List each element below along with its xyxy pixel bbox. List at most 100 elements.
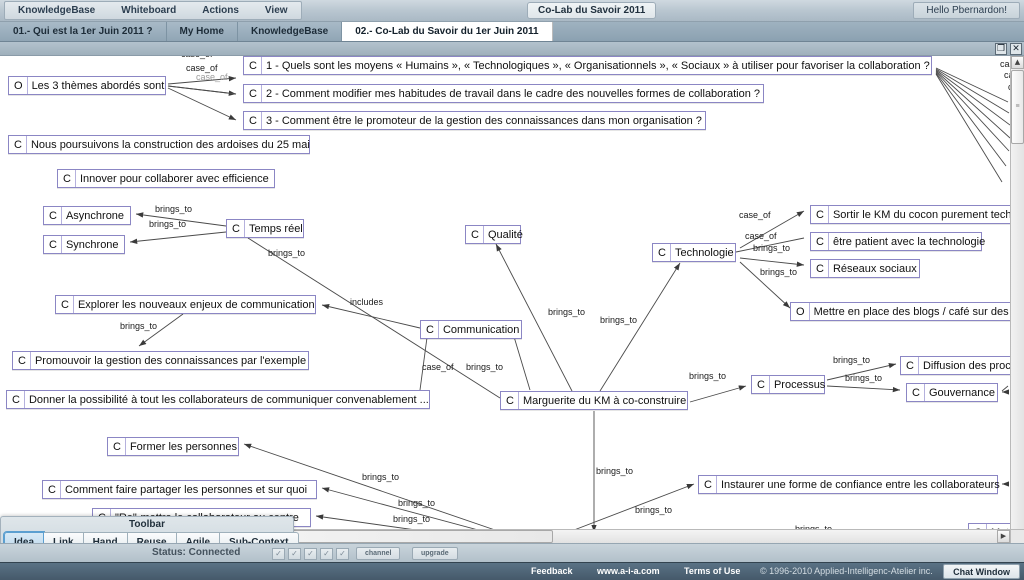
node-label: Communication xyxy=(442,323,520,336)
vertical-scroll-thumb[interactable]: ≡ xyxy=(1011,70,1024,144)
concept-map-canvas[interactable]: O Les 3 thèmes abordés sont C1 - Quels so… xyxy=(0,56,1010,543)
node-temps-reel[interactable]: C Temps réel xyxy=(226,219,304,238)
node-label: 2 - Comment modifier mes habitudes de tr… xyxy=(265,87,760,100)
tab-qui-est-la-1er-juin-2011[interactable]: 01.- Qui est la 1er Juin 2011 ? xyxy=(0,22,167,41)
edge-label-brings-to: brings_to xyxy=(845,373,883,383)
node-synchrone[interactable]: C Synchrone xyxy=(43,235,125,254)
node-technologie[interactable]: C Technologie xyxy=(652,243,736,262)
scroll-right-icon[interactable]: ▶ xyxy=(997,530,1010,543)
node-kind: C xyxy=(752,376,770,393)
footer-link-terms-of-use[interactable]: Terms of Use xyxy=(684,566,740,576)
edge-label-case-of: case_of xyxy=(196,72,228,82)
channel-button[interactable]: channel xyxy=(356,547,401,560)
node-label: Marguerite du KM à co-construire xyxy=(522,394,687,407)
node-kind: C xyxy=(108,438,126,455)
edge-label-brings-to: brings_to xyxy=(362,472,400,482)
node-label: Temps réel xyxy=(248,222,303,235)
node-kind: C xyxy=(811,260,829,277)
node-etre-patient-technologie[interactable]: Cêtre patient avec la technologie xyxy=(810,232,985,251)
edge-label-brings-to: brings_to xyxy=(596,466,634,476)
node-communication[interactable]: C Communication xyxy=(420,320,522,339)
edge-label-case-of: case_of xyxy=(1000,59,1010,69)
node-innover-collaborer[interactable]: C Innover pour collaborer avec efficience xyxy=(57,169,275,188)
status-checkbox-1[interactable]: ✓ xyxy=(272,548,285,560)
node-processus[interactable]: C Processus xyxy=(751,375,825,394)
node-asynchrone[interactable]: C Asynchrone xyxy=(43,206,131,225)
node-question-3[interactable]: C3 - Comment être le promoteur de la ges… xyxy=(243,111,706,130)
tab-my-home[interactable]: My Home xyxy=(166,22,238,41)
menu-item-knowledgebase[interactable]: KnowledgeBase xyxy=(5,2,108,19)
node-label: Comment faire partager les personnes et … xyxy=(64,483,308,496)
footer-link-feedback[interactable]: Feedback xyxy=(531,566,573,576)
workspace-title-button[interactable]: Co-Lab du Savoir 2011 xyxy=(527,2,657,19)
node-kind: C xyxy=(13,352,31,369)
node-kind: C xyxy=(44,236,62,253)
edge-label-brings-to: brings_to xyxy=(466,362,504,372)
status-checkbox-3[interactable]: ✓ xyxy=(304,548,317,560)
node-kind: O xyxy=(791,303,810,320)
user-greeting-button[interactable]: Hello Pbernardon! xyxy=(913,2,1020,19)
vertical-scrollbar[interactable]: ▲ ≡ ▼ xyxy=(1010,56,1024,543)
node-label: Réseaux sociaux xyxy=(832,262,917,275)
node-gouvernance[interactable]: C Gouvernance xyxy=(906,383,998,402)
node-kind: C xyxy=(244,112,262,129)
footer-link-website[interactable]: www.a-i-a.com xyxy=(597,566,660,576)
node-kind: C xyxy=(699,476,717,493)
node-label: Sortir le KM du cocon purement technolog… xyxy=(832,208,1010,221)
node-kind: C xyxy=(44,207,62,224)
node-kind: C xyxy=(56,296,74,313)
node-label: Instaurer une forme de confiance entre l… xyxy=(720,478,1000,491)
tab-knowledgebase[interactable]: KnowledgeBase xyxy=(237,22,343,41)
scrollbar-corner xyxy=(1010,529,1024,543)
node-label: être patient avec la technologie xyxy=(832,235,986,248)
tab-bar: 01.- Qui est la 1er Juin 2011 ? My Home … xyxy=(0,22,1024,42)
edge-label-includes: includes xyxy=(350,297,384,307)
node-former-les-personnes[interactable]: C Former les personnes xyxy=(107,437,239,456)
edge-label-case-of: case_of xyxy=(181,56,213,59)
close-icon[interactable]: ✕ xyxy=(1010,43,1022,55)
menu-item-view[interactable]: View xyxy=(252,2,301,19)
node-label: Qualité xyxy=(487,228,523,241)
upgrade-button[interactable]: upgrade xyxy=(412,547,458,560)
node-label: Nous poursuivons la construction des ard… xyxy=(30,138,310,151)
footer-copyright: © 1996-2010 Applied-Intelligenc-Atelier … xyxy=(760,566,933,576)
restore-icon[interactable]: ❐ xyxy=(995,43,1007,55)
node-donner-possibilite-communiquer[interactable]: C Donner la possibilité à tout les collab… xyxy=(6,390,430,409)
tab-co-lab-du-savoir[interactable]: 02.- Co-Lab du Savoir du 1er Juin 2011 xyxy=(342,22,553,41)
status-checkbox-4[interactable]: ✓ xyxy=(320,548,333,560)
node-explorer-enjeux-communication[interactable]: C Explorer les nouveaux enjeux de communi… xyxy=(55,295,316,314)
node-qualite[interactable]: C Qualité xyxy=(465,225,523,244)
chat-window-button[interactable]: Chat Window xyxy=(943,564,1020,579)
status-checkbox-5[interactable]: ✓ xyxy=(336,548,349,560)
node-instaurer-confiance[interactable]: C Instaurer une forme de confiance entre … xyxy=(698,475,1000,494)
node-kind: C xyxy=(901,357,919,374)
node-promouvoir-gestion-connaissances[interactable]: C Promouvoir la gestion des connaissances… xyxy=(12,351,309,370)
node-ardoises-25-mai[interactable]: C Nous poursuivons la construction des ar… xyxy=(8,135,310,154)
edge-label-brings-to: brings_to xyxy=(600,315,638,325)
node-sortir-km-cocon[interactable]: CSortir le KM du cocon purement technolo… xyxy=(810,205,1010,224)
node-kind: C xyxy=(421,321,439,338)
node-label: 1 - Quels sont les moyens « Humains », «… xyxy=(265,59,930,72)
menu-group: KnowledgeBase Whiteboard Actions View xyxy=(4,1,302,20)
edge-label-brings-to: brings_to xyxy=(760,267,798,277)
status-checkbox-2[interactable]: ✓ xyxy=(288,548,301,560)
node-marguerite-du-km[interactable]: C Marguerite du KM à co-construire xyxy=(500,391,688,410)
node-comment-faire-partager[interactable]: C Comment faire partager les personnes et… xyxy=(42,480,317,499)
menu-item-actions[interactable]: Actions xyxy=(189,2,252,19)
node-label: Explorer les nouveaux enjeux de communic… xyxy=(77,298,315,311)
application-window: KnowledgeBase Whiteboard Actions View Co… xyxy=(0,0,1024,580)
node-reseaux-sociaux[interactable]: C Réseaux sociaux xyxy=(810,259,920,278)
node-mettre-en-place-blogs[interactable]: O Mettre en place des blogs / café sur de… xyxy=(790,302,1010,321)
edge-label-brings-to: brings_to xyxy=(753,243,791,253)
node-kind: C xyxy=(58,170,76,187)
scroll-up-icon[interactable]: ▲ xyxy=(1011,56,1024,69)
node-question-1[interactable]: C1 - Quels sont les moyens « Humains », … xyxy=(243,56,932,75)
node-question-2[interactable]: C2 - Comment modifier mes habitudes de t… xyxy=(243,84,764,103)
edge-label-case-of: case_of xyxy=(422,362,454,372)
menu-item-whiteboard[interactable]: Whiteboard xyxy=(108,2,189,19)
node-diffusion-des-processus[interactable]: CDiffusion des processus xyxy=(900,356,1010,375)
footer-bar: Feedback www.a-i-a.com Terms of Use © 19… xyxy=(0,562,1024,580)
node-label: Promouvoir la gestion des connaissances … xyxy=(34,354,307,367)
edge-label-case-of: case_of xyxy=(745,231,777,241)
node-les-3-themes[interactable]: O Les 3 thèmes abordés sont xyxy=(8,76,166,95)
